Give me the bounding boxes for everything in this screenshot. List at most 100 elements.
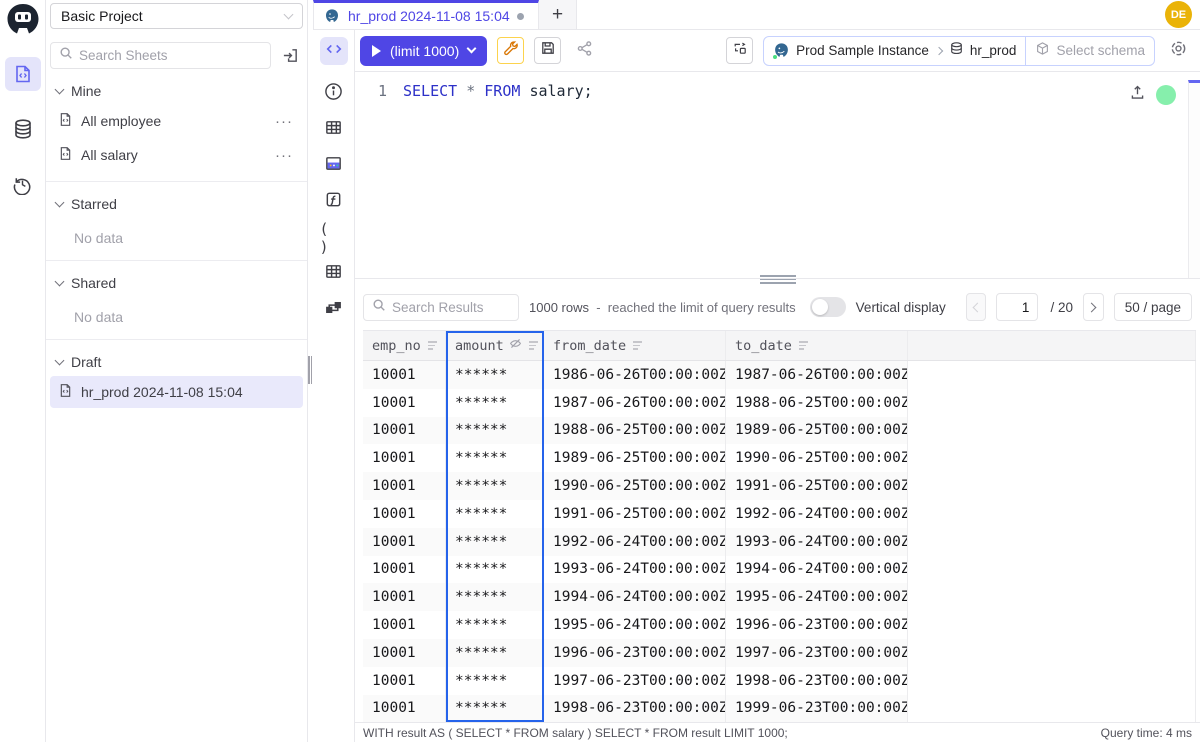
code-line[interactable]: SELECT * FROM salary;	[403, 72, 1200, 278]
cell-to-date[interactable]: 1997-06-23T00:00:00Z	[726, 639, 908, 667]
cell-to-date[interactable]: 1992-06-24T00:00:00Z	[726, 500, 908, 528]
sort-icon[interactable]	[428, 341, 437, 350]
column-header-from-date[interactable]: from_date	[544, 331, 726, 360]
cell-from-date[interactable]: 1994-06-24T00:00:00Z	[544, 583, 726, 611]
cell-emp-no[interactable]: 10001	[363, 417, 446, 445]
cell-emp-no[interactable]: 10001	[363, 500, 446, 528]
project-select[interactable]: Basic Project	[50, 3, 303, 29]
results-search-input[interactable]	[392, 300, 510, 315]
nav-worksheet[interactable]	[5, 57, 41, 91]
sheet-item-all-salary[interactable]: All salary ···	[50, 139, 303, 171]
cell-to-date[interactable]: 1994-06-24T00:00:00Z	[726, 556, 908, 584]
table-row[interactable]: 10001 ****** 1993-06-24T00:00:00Z 1994-0…	[363, 556, 1196, 584]
upload-icon[interactable]	[1129, 84, 1146, 106]
info-button[interactable]	[320, 80, 348, 108]
table-row[interactable]: 10001 ****** 1997-06-23T00:00:00Z 1998-0…	[363, 667, 1196, 695]
cell-amount-masked[interactable]: ******	[446, 556, 544, 584]
cell-amount-masked[interactable]: ******	[446, 444, 544, 472]
cell-to-date[interactable]: 1987-06-26T00:00:00Z	[726, 361, 908, 389]
cell-emp-no[interactable]: 10001	[363, 389, 446, 417]
cell-amount-masked[interactable]: ******	[446, 417, 544, 445]
sheet-search-input[interactable]	[79, 48, 262, 63]
cell-from-date[interactable]: 1989-06-25T00:00:00Z	[544, 444, 726, 472]
bytebase-logo[interactable]	[5, 3, 41, 37]
cell-from-date[interactable]: 1995-06-24T00:00:00Z	[544, 611, 726, 639]
table-row[interactable]: 10001 ****** 1987-06-26T00:00:00Z 1988-0…	[363, 389, 1196, 417]
collapsed-right-panel[interactable]	[1188, 80, 1200, 278]
code-view-button[interactable]	[320, 37, 348, 65]
ai-assistant-button[interactable]	[1165, 37, 1192, 64]
cell-from-date[interactable]: 1997-06-23T00:00:00Z	[544, 667, 726, 695]
parentheses-button[interactable]: ( )	[320, 224, 348, 252]
section-shared[interactable]: Shared	[46, 261, 307, 295]
cell-to-date[interactable]: 1990-06-25T00:00:00Z	[726, 444, 908, 472]
cell-to-date[interactable]: 1988-06-25T00:00:00Z	[726, 389, 908, 417]
tab-hr-prod[interactable]: hr_prod 2024-11-08 15:04	[313, 0, 539, 29]
table-row[interactable]: 10001 ****** 1986-06-26T00:00:00Z 1987-0…	[363, 361, 1196, 389]
cell-emp-no[interactable]: 10001	[363, 556, 446, 584]
column-header-amount[interactable]: amount	[446, 331, 544, 360]
page-number-input[interactable]	[996, 293, 1038, 321]
section-mine[interactable]: Mine	[46, 69, 307, 103]
table-row[interactable]: 10001 ****** 1994-06-24T00:00:00Z 1995-0…	[363, 583, 1196, 611]
cell-emp-no[interactable]: 10001	[363, 667, 446, 695]
cell-from-date[interactable]: 1986-06-26T00:00:00Z	[544, 361, 726, 389]
more-actions-icon[interactable]: ···	[271, 113, 297, 130]
cell-from-date[interactable]: 1998-06-23T00:00:00Z	[544, 695, 726, 722]
save-sheet-button[interactable]	[534, 37, 561, 64]
results-search-box[interactable]	[363, 294, 519, 321]
share-sheet-button[interactable]	[571, 37, 598, 64]
sheet-search-box[interactable]	[50, 42, 271, 69]
vertical-display-toggle[interactable]	[810, 297, 846, 317]
function-button[interactable]	[320, 188, 348, 216]
section-starred[interactable]: Starred	[46, 182, 307, 216]
cell-emp-no[interactable]: 10001	[363, 361, 446, 389]
cell-amount-masked[interactable]: ******	[446, 695, 544, 722]
sidebar-resizer[interactable]	[308, 0, 313, 742]
more-actions-icon[interactable]: ···	[271, 147, 297, 164]
schema-table-button[interactable]	[320, 260, 348, 288]
cell-from-date[interactable]: 1987-06-26T00:00:00Z	[544, 389, 726, 417]
cell-emp-no[interactable]: 10001	[363, 639, 446, 667]
cell-from-date[interactable]: 1993-06-24T00:00:00Z	[544, 556, 726, 584]
section-draft[interactable]: Draft	[46, 340, 307, 374]
sort-icon[interactable]	[799, 341, 808, 350]
cell-to-date[interactable]: 1989-06-25T00:00:00Z	[726, 417, 908, 445]
cell-amount-masked[interactable]: ******	[446, 361, 544, 389]
cell-emp-no[interactable]: 10001	[363, 528, 446, 556]
cell-amount-masked[interactable]: ******	[446, 639, 544, 667]
cell-amount-masked[interactable]: ******	[446, 528, 544, 556]
cell-to-date[interactable]: 1999-06-23T00:00:00Z	[726, 695, 908, 722]
cell-amount-masked[interactable]: ******	[446, 611, 544, 639]
sql-code-editor[interactable]: 1 SELECT * FROM salary;	[355, 72, 1200, 278]
cell-to-date[interactable]: 1998-06-23T00:00:00Z	[726, 667, 908, 695]
connection-instance-db[interactable]: Prod Sample Instance hr_prod	[764, 37, 1025, 65]
cell-to-date[interactable]: 1993-06-24T00:00:00Z	[726, 528, 908, 556]
cell-amount-masked[interactable]: ******	[446, 667, 544, 695]
table-row[interactable]: 10001 ****** 1995-06-24T00:00:00Z 1996-0…	[363, 611, 1196, 639]
cell-from-date[interactable]: 1992-06-24T00:00:00Z	[544, 528, 726, 556]
cell-amount-masked[interactable]: ******	[446, 583, 544, 611]
sort-icon[interactable]	[633, 341, 642, 350]
cell-from-date[interactable]: 1991-06-25T00:00:00Z	[544, 500, 726, 528]
cell-from-date[interactable]: 1996-06-23T00:00:00Z	[544, 639, 726, 667]
column-header-to-date[interactable]: to_date	[726, 331, 908, 360]
schema-diagram-button[interactable]	[320, 296, 348, 324]
results-splitter[interactable]	[355, 278, 1200, 284]
table-row[interactable]: 10001 ****** 1996-06-23T00:00:00Z 1997-0…	[363, 639, 1196, 667]
cell-amount-masked[interactable]: ******	[446, 472, 544, 500]
cell-to-date[interactable]: 1991-06-25T00:00:00Z	[726, 472, 908, 500]
run-query-button[interactable]: (limit 1000)	[360, 36, 487, 66]
sort-icon[interactable]	[529, 341, 538, 350]
format-sql-button[interactable]	[497, 37, 524, 64]
cell-emp-no[interactable]: 10001	[363, 583, 446, 611]
table-row[interactable]: 10001 ****** 1992-06-24T00:00:00Z 1993-0…	[363, 528, 1196, 556]
nav-database[interactable]	[5, 112, 41, 146]
cell-amount-masked[interactable]: ******	[446, 389, 544, 417]
new-tab-button[interactable]: +	[539, 0, 577, 29]
select-connection-button[interactable]	[726, 37, 753, 64]
sheet-item-draft-hr-prod[interactable]: hr_prod 2024-11-08 15:04	[50, 376, 303, 408]
table-row[interactable]: 10001 ****** 1988-06-25T00:00:00Z 1989-0…	[363, 417, 1196, 445]
table-list-button[interactable]	[320, 116, 348, 144]
table-row[interactable]: 10001 ****** 1989-06-25T00:00:00Z 1990-0…	[363, 444, 1196, 472]
